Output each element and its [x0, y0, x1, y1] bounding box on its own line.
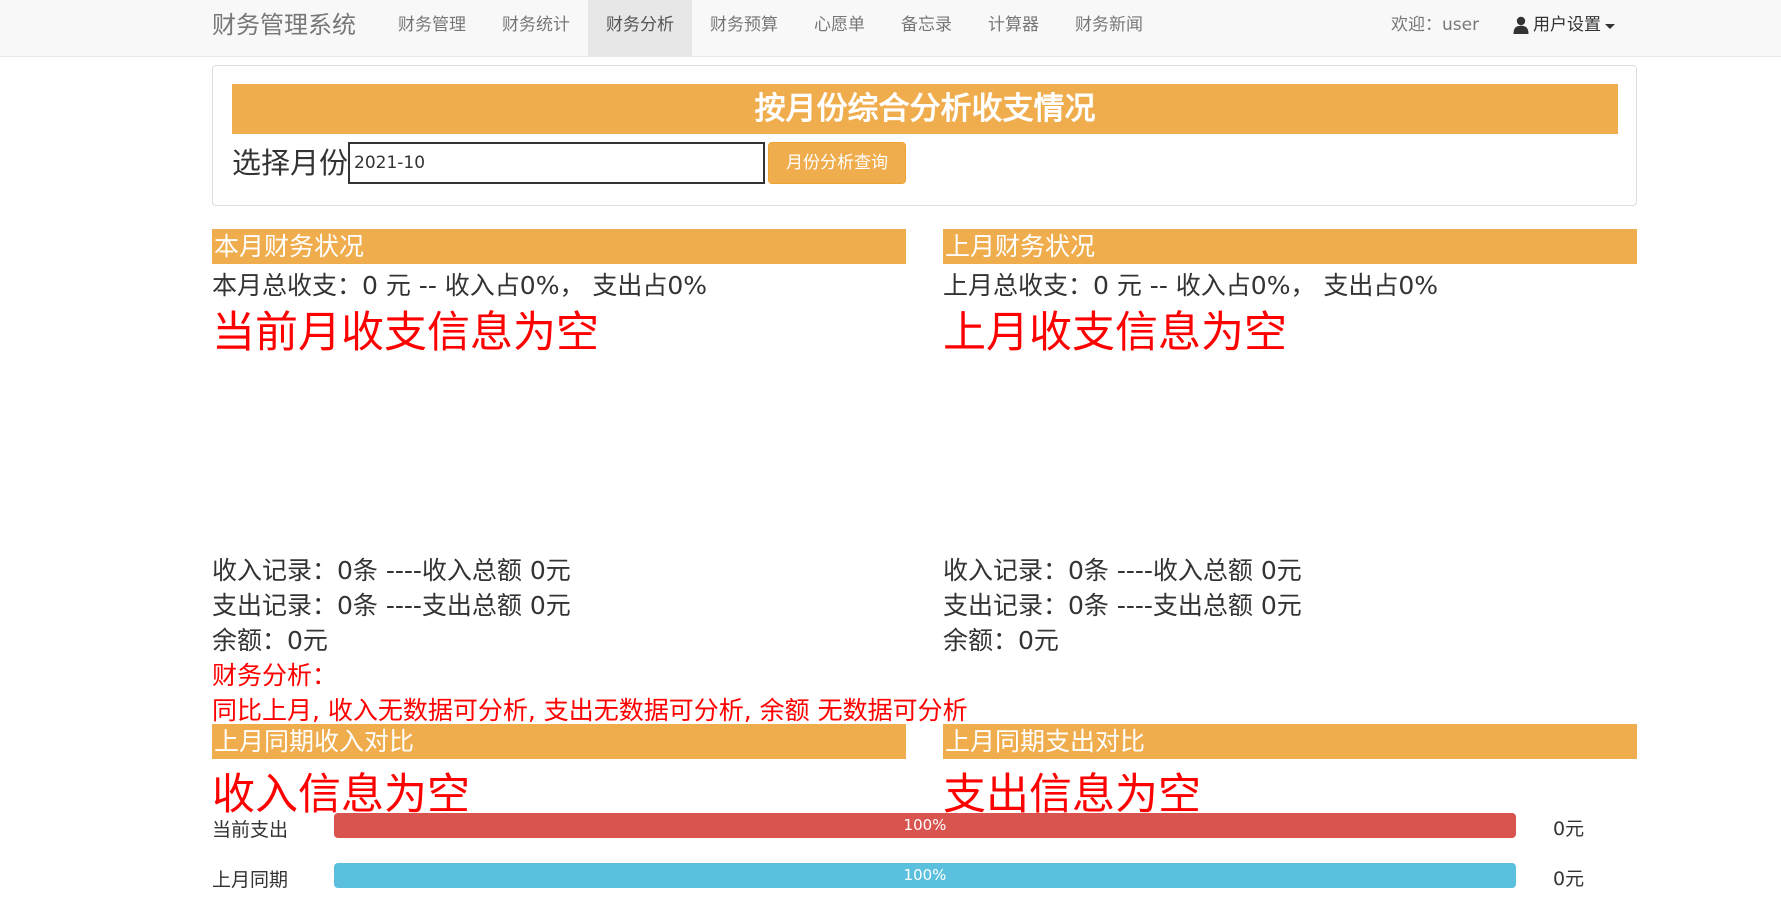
- current-income-record: 收入记录：0条 ----收入总额 0元: [212, 556, 571, 585]
- previous-balance: 余额：0元: [943, 626, 1059, 655]
- current-expense-progress-fill: 100%: [334, 813, 1516, 838]
- last-month-bar-value: 0元: [1553, 868, 1585, 890]
- current-expense-bar-label: 当前支出: [212, 819, 289, 841]
- user-icon: [1513, 16, 1529, 34]
- month-label: 选择月份: [232, 146, 349, 180]
- current-expense-record: 支出记录：0条 ----支出总额 0元: [212, 591, 571, 620]
- last-month-bar-label: 上月同期: [212, 869, 289, 891]
- brand-title[interactable]: 财务管理系统: [212, 0, 356, 50]
- last-month-progress-fill: 100%: [334, 863, 1516, 888]
- nav-item-calculator[interactable]: 计算器: [970, 0, 1057, 57]
- previous-month-header: 上月财务状况: [943, 229, 1637, 264]
- expense-compare-header: 上月同期支出对比: [943, 724, 1637, 759]
- nav-item-finance-analysis[interactable]: 财务分析: [588, 0, 692, 57]
- previous-month-empty-message: 上月收支信息为空: [943, 308, 1287, 358]
- caret-down-icon: [1605, 23, 1615, 29]
- main-nav: 财务管理 财务统计 财务分析 财务预算 心愿单 备忘录 计算器 财务新闻: [380, 0, 1161, 57]
- current-expense-bar-value: 0元: [1553, 818, 1585, 840]
- nav-item-finance-statistics[interactable]: 财务统计: [484, 0, 588, 57]
- current-month-empty-message: 当前月收支信息为空: [212, 308, 599, 358]
- month-query-panel: 按月份综合分析收支情况 选择月份 月份分析查询: [212, 65, 1637, 206]
- user-settings-label: 用户设置: [1533, 15, 1601, 35]
- nav-item-finance-budget[interactable]: 财务预算: [692, 0, 796, 57]
- nav-item-finance-management[interactable]: 财务管理: [380, 0, 484, 57]
- panel-title: 按月份综合分析收支情况: [232, 84, 1618, 134]
- current-expense-progress: 100%: [334, 813, 1516, 838]
- previous-expense-record: 支出记录：0条 ----支出总额 0元: [943, 591, 1302, 620]
- previous-month-summary: 上月总收支：0 元 -- 收入占0%， 支出占0%: [943, 271, 1439, 300]
- nav-item-finance-news[interactable]: 财务新闻: [1057, 0, 1161, 57]
- nav-item-wishlist[interactable]: 心愿单: [796, 0, 883, 57]
- month-input[interactable]: [348, 142, 765, 184]
- previous-income-record: 收入记录：0条 ----收入总额 0元: [943, 556, 1302, 585]
- income-compare-header: 上月同期收入对比: [212, 724, 906, 759]
- last-month-progress: 100%: [334, 863, 1516, 888]
- analysis-label: 财务分析：: [212, 661, 338, 690]
- current-balance: 余额：0元: [212, 626, 328, 655]
- month-query-button[interactable]: 月份分析查询: [768, 142, 906, 184]
- analysis-text: 同比上月, 收入无数据可分析, 支出无数据可分析, 余额 无数据可分析: [212, 696, 968, 725]
- current-month-summary: 本月总收支：0 元 -- 收入占0%， 支出占0%: [212, 271, 708, 300]
- top-navbar: 财务管理系统 财务管理 财务统计 财务分析 财务预算 心愿单 备忘录 计算器 财…: [0, 0, 1781, 57]
- welcome-text: 欢迎：user: [1391, 15, 1480, 35]
- user-settings-dropdown[interactable]: 用户设置: [1513, 0, 1615, 50]
- nav-item-memo[interactable]: 备忘录: [883, 0, 970, 57]
- current-month-header: 本月财务状况: [212, 229, 906, 264]
